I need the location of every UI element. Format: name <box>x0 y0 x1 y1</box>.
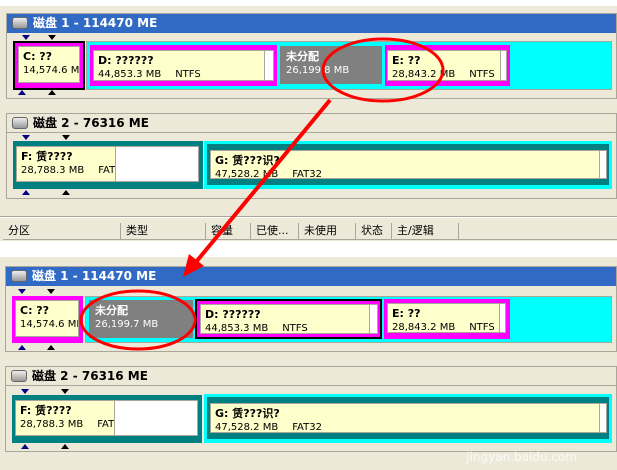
arrow-line <box>194 98 332 264</box>
highlight-ellipse-before <box>321 37 445 103</box>
highlight-ellipse-after <box>79 289 197 351</box>
annotation-overlay <box>79 37 445 351</box>
